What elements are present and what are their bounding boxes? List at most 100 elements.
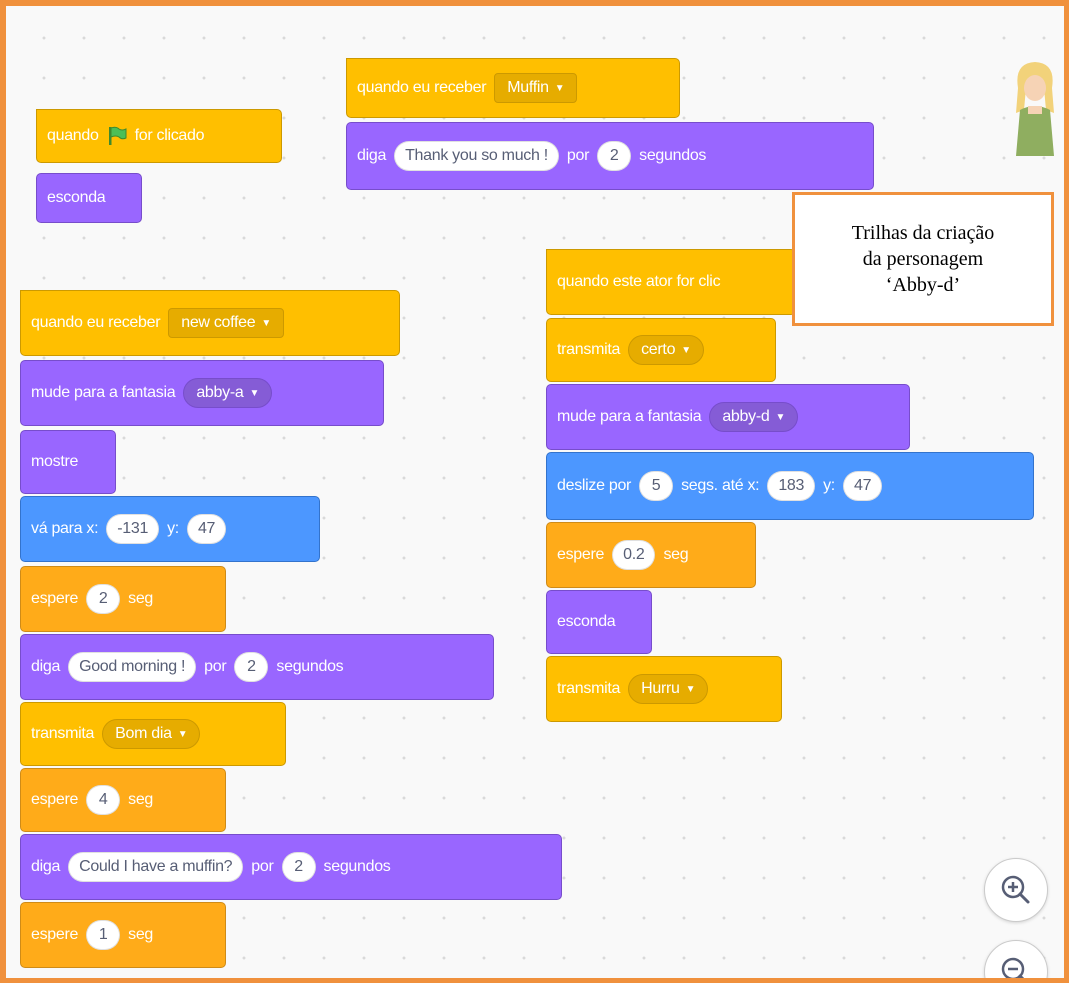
message-dropdown[interactable]: Muffin ▼ xyxy=(494,73,578,103)
goto-y-label: y: xyxy=(167,520,179,537)
wait-block[interactable]: espere 2 seg xyxy=(20,566,226,632)
zoom-in-button[interactable] xyxy=(984,858,1048,922)
glide-to-xy-block[interactable]: deslize por 5 segs. até x: 183 y: 47 xyxy=(546,452,1034,520)
broadcast-label: transmita xyxy=(31,725,95,742)
broadcast-block[interactable]: transmita Bom dia ▼ xyxy=(20,702,286,766)
message-value: new coffee xyxy=(181,314,256,331)
glide-x-input[interactable]: 183 xyxy=(767,471,816,501)
hat-label: quando eu receber xyxy=(31,314,161,331)
abby-sprite-thumbnail xyxy=(1016,62,1054,156)
when-flag-clicked-block[interactable]: quando for clicado xyxy=(36,86,282,163)
costume-label: mude para a fantasia xyxy=(557,408,702,425)
wait-input[interactable]: 1 xyxy=(86,920,121,950)
wait-input[interactable]: 2 xyxy=(86,584,121,614)
say-label: diga xyxy=(31,858,61,875)
note-line-3: ‘Abby-d’ xyxy=(885,274,961,296)
costume-dropdown[interactable]: abby-a ▼ xyxy=(183,378,273,408)
switch-costume-block[interactable]: mude para a fantasia abby-d ▼ xyxy=(546,384,910,450)
zoom-out-icon xyxy=(1001,957,1025,978)
glide-y-input[interactable]: 47 xyxy=(842,471,883,501)
caret-down-icon: ▼ xyxy=(681,344,691,356)
wait-label: espere xyxy=(31,926,79,943)
say-unit-label: segundos xyxy=(276,658,344,675)
goto-y-input[interactable]: 47 xyxy=(186,514,227,544)
wait-block[interactable]: espere 0.2 seg xyxy=(546,522,756,588)
hide-block[interactable]: esconda xyxy=(36,173,142,223)
say-for-secs-block[interactable]: diga Thank you so much ! por 2 segundos xyxy=(346,122,874,190)
wait-label: espere xyxy=(31,590,79,607)
annotation-note: Trilhas da criação da personagem ‘Abby-d… xyxy=(792,192,1054,326)
caret-down-icon: ▼ xyxy=(177,728,188,740)
show-label: mostre xyxy=(31,453,79,470)
glide-secs-input[interactable]: 5 xyxy=(639,471,674,501)
hide-label: esconda xyxy=(47,189,106,206)
costume-dropdown[interactable]: abby-d ▼ xyxy=(709,402,799,432)
wait-input[interactable]: 4 xyxy=(86,785,121,815)
say-label: diga xyxy=(357,147,387,164)
zoom-in-icon xyxy=(1001,875,1030,904)
when-receive-new-coffee-block[interactable]: quando eu receber new coffee ▼ xyxy=(20,267,400,356)
hat-label: quando este ator for clic xyxy=(557,273,721,290)
broadcast-value: Hurru xyxy=(641,680,680,697)
costume-value: abby-d xyxy=(722,408,770,425)
say-label: diga xyxy=(31,658,61,675)
wait-label: espere xyxy=(557,546,605,563)
broadcast-label: transmita xyxy=(557,341,621,358)
say-secs-input[interactable]: 2 xyxy=(234,652,269,682)
wait-unit-label: seg xyxy=(128,791,154,808)
say-for-label: por xyxy=(566,147,590,164)
broadcast-value: Bom dia xyxy=(115,725,172,742)
say-text-input[interactable]: Thank you so much ! xyxy=(394,141,559,171)
green-flag-icon xyxy=(108,126,127,145)
broadcast-label: transmita xyxy=(557,680,621,697)
hat-when-label: quando xyxy=(47,127,99,144)
note-line-2: da personagem xyxy=(862,248,984,270)
hat-clicked-label: for clicado xyxy=(134,127,205,144)
say-unit-label: segundos xyxy=(323,858,391,875)
caret-down-icon: ▼ xyxy=(249,387,260,399)
glide-label: deslize por xyxy=(557,477,632,494)
code-area[interactable]: quando for clicado esconda quando eu rec… xyxy=(0,0,1069,983)
hide-block[interactable]: esconda xyxy=(546,590,652,654)
caret-down-icon: ▼ xyxy=(261,317,271,329)
when-receive-muffin-block[interactable]: quando eu receber Muffin ▼ xyxy=(346,35,680,118)
say-unit-label: segundos xyxy=(639,147,707,164)
goto-x-input[interactable]: -131 xyxy=(106,514,160,544)
broadcast-dropdown[interactable]: Hurru ▼ xyxy=(628,674,709,704)
say-for-label: por xyxy=(204,658,227,675)
caret-down-icon: ▼ xyxy=(554,82,565,94)
message-dropdown[interactable]: new coffee ▼ xyxy=(168,308,284,338)
broadcast-dropdown[interactable]: certo ▼ xyxy=(628,335,704,365)
message-value: Muffin xyxy=(507,79,549,96)
glide-to-label: segs. até x: xyxy=(681,477,760,494)
hat-label: quando eu receber xyxy=(357,79,487,96)
say-for-secs-block[interactable]: diga Good morning ! por 2 segundos xyxy=(20,634,494,700)
wait-block[interactable]: espere 4 seg xyxy=(20,768,226,832)
say-text-input[interactable]: Could I have a muffin? xyxy=(68,852,244,882)
broadcast-value: certo xyxy=(641,341,676,358)
broadcast-block[interactable]: transmita certo ▼ xyxy=(546,318,776,382)
goto-label: vá para x: xyxy=(31,520,99,537)
costume-label: mude para a fantasia xyxy=(31,384,176,401)
broadcast-block[interactable]: transmita Hurru ▼ xyxy=(546,656,782,722)
when-sprite-clicked-block[interactable]: quando este ator for clic xyxy=(546,226,796,315)
wait-unit-label: seg xyxy=(128,590,154,607)
say-secs-input[interactable]: 2 xyxy=(597,141,632,171)
zoom-out-button[interactable] xyxy=(984,940,1048,978)
go-to-xy-block[interactable]: vá para x: -131 y: 47 xyxy=(20,496,320,562)
say-secs-input[interactable]: 2 xyxy=(281,852,316,882)
show-block[interactable]: mostre xyxy=(20,430,116,494)
note-line-1: Trilhas da criação xyxy=(851,222,995,244)
costume-value: abby-a xyxy=(196,384,244,401)
wait-block[interactable]: espere 1 seg xyxy=(20,902,226,968)
wait-unit-label: seg xyxy=(663,546,689,563)
wait-input[interactable]: 0.2 xyxy=(612,540,656,570)
switch-costume-block[interactable]: mude para a fantasia abby-a ▼ xyxy=(20,360,384,426)
wait-unit-label: seg xyxy=(128,926,154,943)
broadcast-dropdown[interactable]: Bom dia ▼ xyxy=(102,719,201,749)
hide-label: esconda xyxy=(557,613,616,630)
say-for-secs-block[interactable]: diga Could I have a muffin? por 2 segund… xyxy=(20,834,562,900)
say-for-label: por xyxy=(251,858,274,875)
caret-down-icon: ▼ xyxy=(685,683,696,695)
say-text-input[interactable]: Good morning ! xyxy=(68,652,197,682)
